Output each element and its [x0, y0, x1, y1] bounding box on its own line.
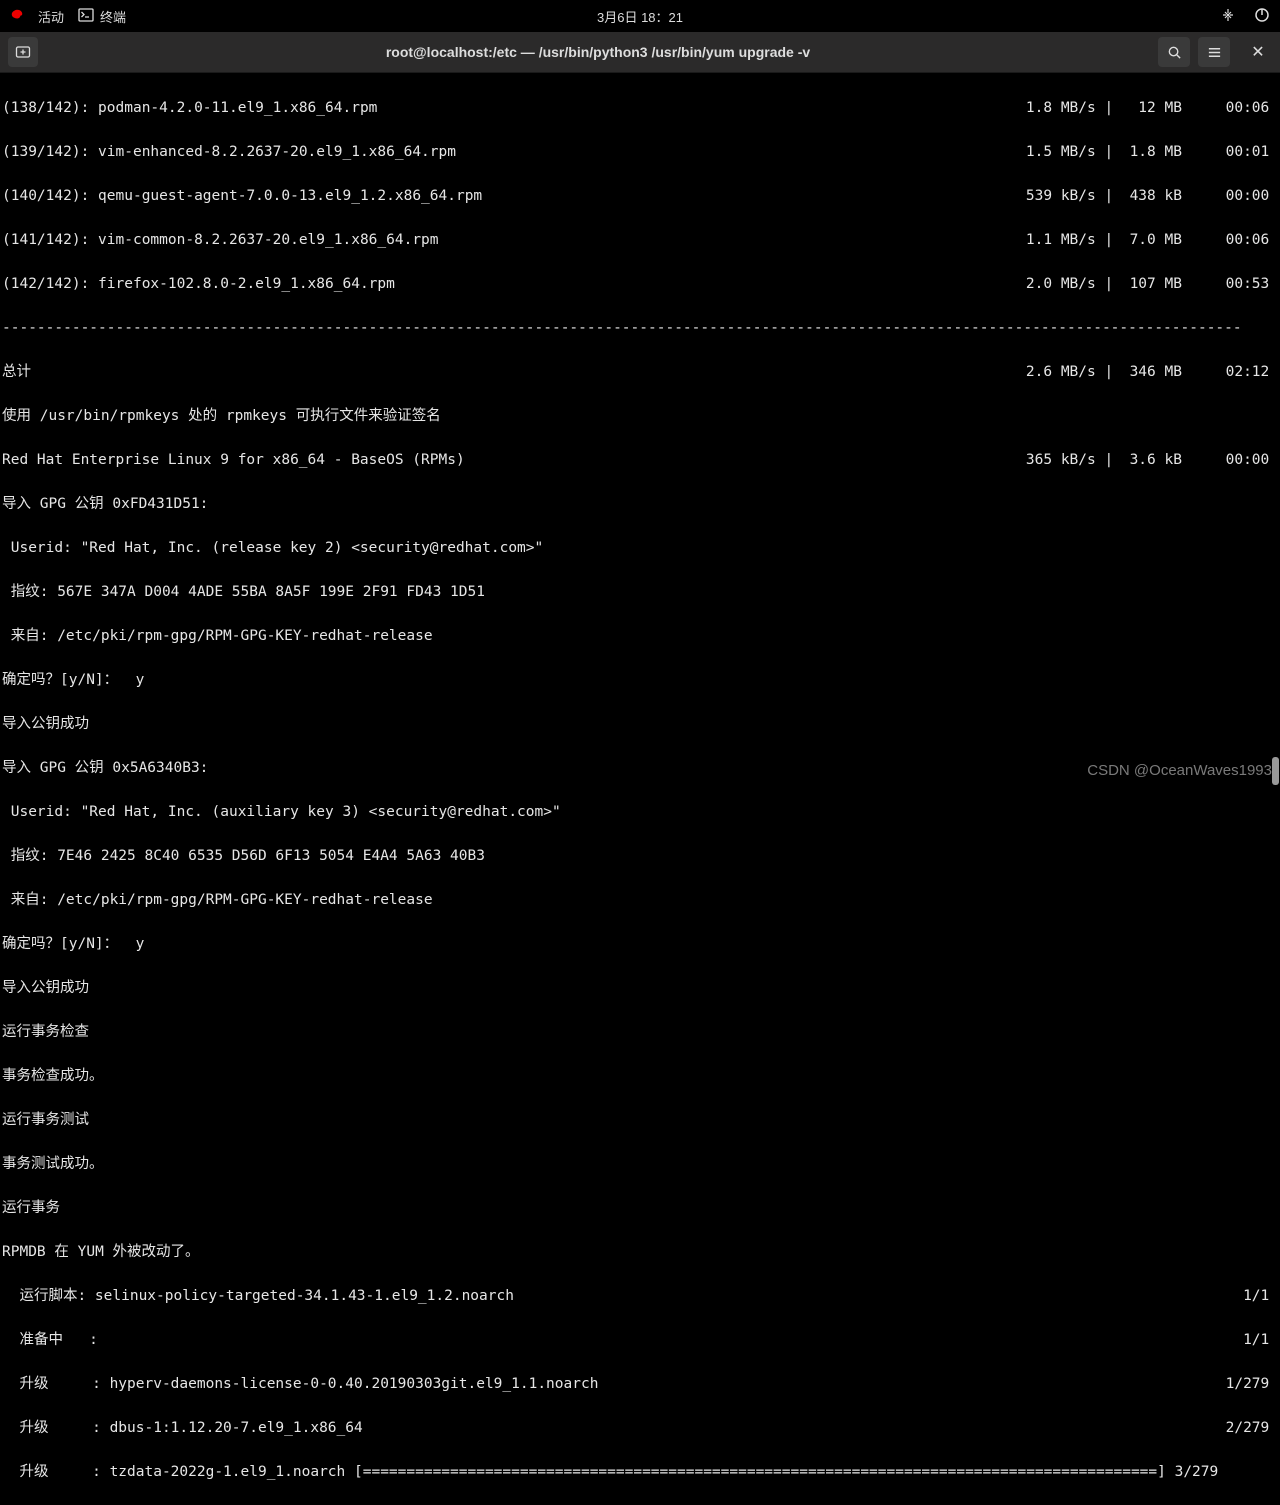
gpg-ok: 导入公钥成功: [2, 977, 1278, 999]
window-titlebar: root@localhost:/etc — /usr/bin/python3 /…: [0, 32, 1280, 73]
tx-run: 运行事务: [2, 1197, 1278, 1219]
redhat-logo-icon: [10, 8, 24, 25]
watermark: CSDN @OceanWaves1993: [1087, 762, 1272, 779]
download-row: (139/142): vim-enhanced-8.2.2637-20.el9_…: [2, 141, 1278, 163]
step-row: 准备中 :1/1: [2, 1329, 1278, 1351]
tx-check-run: 运行事务检查: [2, 1021, 1278, 1043]
gpg-ok: 导入公钥成功: [2, 713, 1278, 735]
power-icon[interactable]: [1254, 7, 1270, 26]
app-label: 终端: [100, 7, 126, 26]
search-button[interactable]: [1158, 37, 1190, 67]
topbar-right: [1220, 7, 1270, 26]
topbar-left: 活动 终端: [10, 7, 126, 26]
terminal-output[interactable]: (138/142): podman-4.2.0-11.el9_1.x86_64.…: [0, 73, 1280, 1505]
tx-check-ok: 事务检查成功。: [2, 1065, 1278, 1087]
repo-row: Red Hat Enterprise Linux 9 for x86_64 - …: [2, 449, 1278, 471]
tx-test-run: 运行事务测试: [2, 1109, 1278, 1131]
hamburger-menu-button[interactable]: [1198, 37, 1230, 67]
gnome-topbar: 活动 终端 3月6日 18：21: [0, 0, 1280, 32]
terminal-icon: [78, 7, 94, 26]
step-row: 运行脚本: selinux-policy-targeted-34.1.43-1.…: [2, 1285, 1278, 1307]
clock[interactable]: 3月6日 18：21: [597, 7, 683, 26]
gpg-from: 来自: /etc/pki/rpm-gpg/RPM-GPG-KEY-redhat-…: [2, 889, 1278, 911]
step-row: 升级 : hyperv-daemons-license-0-0.40.20190…: [2, 1373, 1278, 1395]
close-button[interactable]: ✕: [1244, 42, 1272, 62]
tx-test-ok: 事务测试成功。: [2, 1153, 1278, 1175]
total-row: 总计2.6 MB/s | 346 MB 02:12: [2, 361, 1278, 383]
activities-label: 活动: [38, 7, 64, 26]
gpg-userid: Userid: "Red Hat, Inc. (release key 2) <…: [2, 537, 1278, 559]
rpmdb-warn: RPMDB 在 YUM 外被改动了。: [2, 1241, 1278, 1263]
window-title: root@localhost:/etc — /usr/bin/python3 /…: [38, 44, 1158, 60]
download-row: (140/142): qemu-guest-agent-7.0.0-13.el9…: [2, 185, 1278, 207]
gpg-import: 导入 GPG 公钥 0xFD431D51:: [2, 493, 1278, 515]
gpg-fingerprint: 指纹: 567E 347A D004 4ADE 55BA 8A5F 199E 2…: [2, 581, 1278, 603]
gpg-userid: Userid: "Red Hat, Inc. (auxiliary key 3)…: [2, 801, 1278, 823]
new-tab-button[interactable]: [8, 37, 38, 67]
download-row: (141/142): vim-common-8.2.2637-20.el9_1.…: [2, 229, 1278, 251]
gpg-confirm: 确定吗？[y/N]： y: [2, 669, 1278, 691]
download-row: (142/142): firefox-102.8.0-2.el9_1.x86_6…: [2, 273, 1278, 295]
download-row: (138/142): podman-4.2.0-11.el9_1.x86_64.…: [2, 97, 1278, 119]
app-menu[interactable]: 终端: [78, 7, 126, 26]
step-row: 升级 : dbus-1:1.12.20-7.el9_1.x86_642/279: [2, 1417, 1278, 1439]
network-icon[interactable]: [1220, 7, 1236, 26]
progress-row: 升级 : tzdata-2022g-1.el9_1.noarch [======…: [2, 1461, 1278, 1483]
gpg-confirm: 确定吗？[y/N]： y: [2, 933, 1278, 955]
window-controls: ✕: [1158, 37, 1272, 67]
gpg-fingerprint: 指纹: 7E46 2425 8C40 6535 D56D 6F13 5054 E…: [2, 845, 1278, 867]
verify-line: 使用 /usr/bin/rpmkeys 处的 rpmkeys 可执行文件来验证签…: [2, 405, 1278, 427]
activities-button[interactable]: 活动: [38, 7, 64, 26]
gpg-from: 来自: /etc/pki/rpm-gpg/RPM-GPG-KEY-redhat-…: [2, 625, 1278, 647]
separator-line: ----------------------------------------…: [2, 317, 1278, 339]
scrollbar-thumb[interactable]: [1272, 757, 1279, 785]
